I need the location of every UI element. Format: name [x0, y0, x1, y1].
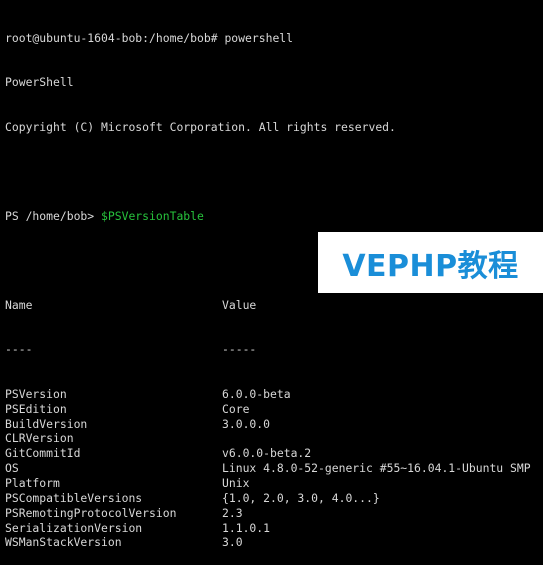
table-row: Platform Unix	[5, 476, 543, 491]
row-value: 1.1.0.1	[222, 520, 271, 535]
table-row: OS Linux 4.8.0-52-generic #55~16.04.1-Ubu…	[5, 461, 543, 476]
header-rule-name: ----	[5, 342, 33, 357]
table-row: SerializationVersion 1.1.0.1	[5, 521, 543, 536]
row-value: v6.0.0-beta.2	[222, 446, 312, 461]
column-header-value: Value	[222, 297, 257, 312]
table-header-rule: ---- -----	[5, 342, 543, 357]
row-name: Platform	[5, 476, 60, 490]
table-row: WSManStackVersion 3.0	[5, 535, 543, 550]
banner-title: PowerShell	[5, 75, 74, 90]
row-name: PSRemotingProtocolVersion	[5, 505, 177, 520]
table-row: CLRVersion	[5, 431, 543, 446]
ps-command: $PSVersionTable	[101, 208, 204, 223]
shell-prompt-line: root@ubuntu-1604-bob:/home/bob# powershe…	[5, 30, 294, 45]
table-row: GitCommitId v6.0.0-beta.2	[5, 446, 543, 461]
row-value: 3.0.0.0	[222, 416, 271, 431]
row-value: Core	[222, 401, 250, 416]
ps-prompt: PS /home/bob>	[5, 208, 102, 223]
table-row: PSEdition Core	[5, 402, 543, 417]
row-name: SerializationVersion	[5, 520, 143, 535]
row-value: 2.3	[222, 505, 243, 520]
row-value: {1.0, 2.0, 3.0, 4.0...}	[222, 490, 380, 505]
watermark-logo: VEPHP教程	[318, 232, 543, 293]
row-name: CLRVersion	[5, 431, 74, 446]
table-body: PSVersion 6.0.0-beta PSEdition Core BuildVer…	[5, 387, 543, 550]
row-value: 3.0	[222, 535, 243, 550]
row-value: 6.0.0-beta	[222, 386, 291, 401]
header-rule-value: -----	[222, 342, 257, 357]
row-name: OS	[5, 461, 19, 476]
row-name: PSEdition	[5, 401, 67, 416]
row-name: BuildVersion	[5, 416, 88, 431]
table-row: BuildVersion 3.0.0.0	[5, 417, 543, 432]
column-header-name: Name	[5, 297, 33, 312]
row-value: Unix	[222, 476, 250, 490]
row-value	[222, 431, 543, 446]
row-value: Linux 4.8.0-52-generic #55~16.04.1-Ubunt…	[222, 461, 531, 476]
table-header: Name Value	[5, 298, 543, 313]
row-name: GitCommitId	[5, 446, 81, 461]
table-row: PSCompatibleVersions {1.0, 2.0, 3.0, 4.0.…	[5, 491, 543, 506]
banner-copyright: Copyright (C) Microsoft Corporation. All…	[5, 119, 396, 134]
row-name: PSVersion	[5, 386, 67, 401]
table-row: PSRemotingProtocolVersion 2.3	[5, 506, 543, 521]
row-name: WSManStackVersion	[5, 535, 122, 550]
row-name: PSCompatibleVersions	[5, 490, 143, 505]
table-row: PSVersion 6.0.0-beta	[5, 387, 543, 402]
ps-prompt-line: PS /home/bob> $PSVersionTable	[5, 209, 543, 224]
